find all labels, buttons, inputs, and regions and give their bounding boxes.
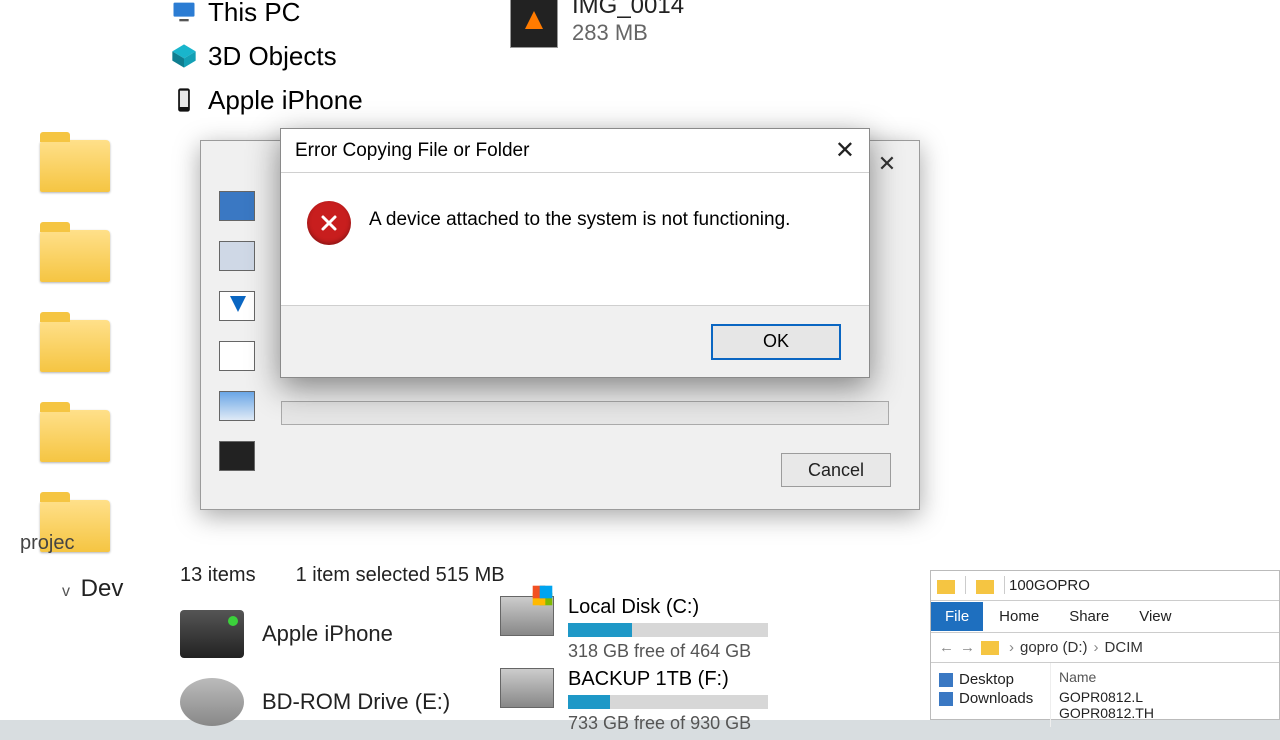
- drive-name: BACKUP 1TB (F:): [568, 668, 768, 691]
- close-button[interactable]: ✕: [867, 151, 907, 177]
- 3d-objects-icon: [170, 42, 198, 70]
- folder-icon[interactable]: [40, 140, 110, 192]
- video-thumbnail-icon: [510, 0, 558, 48]
- dialog-titlebar: Error Copying File or Folder ✕: [281, 129, 869, 173]
- drive-backup-f[interactable]: BACKUP 1TB (F:) 733 GB free of 930 GB: [500, 668, 768, 734]
- nav-up-icon[interactable]: [981, 641, 999, 655]
- file-listing: Name GOPR0812.L GOPR0812.TH: [1051, 663, 1279, 727]
- list-item[interactable]: GOPR0812.TH: [1059, 705, 1271, 721]
- folder-icon[interactable]: [40, 410, 110, 462]
- drive-free: 318 GB free of 464 GB: [568, 641, 768, 662]
- ribbon-tab-view[interactable]: View: [1125, 602, 1185, 631]
- nav-label: 3D Objects: [208, 34, 337, 78]
- ribbon-tab-share[interactable]: Share: [1055, 602, 1123, 631]
- list-item[interactable]: GOPR0812.L: [1059, 689, 1271, 705]
- this-pc-icon: [170, 0, 198, 26]
- music-icon: [219, 341, 255, 371]
- breadcrumb[interactable]: ← → › gopro (D:) › DCIM: [931, 633, 1279, 663]
- nav-section-devices[interactable]: v Dev: [62, 575, 123, 603]
- desktop-icon: [939, 673, 953, 687]
- nav-back-icon[interactable]: ←: [939, 639, 954, 656]
- progress-bar: [281, 401, 889, 425]
- hard-drive-icon: [500, 596, 554, 636]
- chevron-down-icon: v: [62, 583, 70, 601]
- error-dialog: Error Copying File or Folder ✕ A device …: [280, 128, 870, 378]
- ok-button[interactable]: OK: [711, 324, 841, 360]
- dialog-title: Error Copying File or Folder: [295, 140, 529, 162]
- nav-tree: This PC 3D Objects Apple iPhone: [170, 0, 470, 122]
- file-item-video[interactable]: IMG_0014 283 MB: [510, 0, 684, 48]
- ribbon-tab-home[interactable]: Home: [985, 602, 1053, 631]
- monitor-icon: [219, 191, 255, 221]
- chevron-right-icon: ›: [1094, 639, 1099, 656]
- status-bar: 13 items 1 item selected 515 MB: [180, 564, 505, 587]
- error-icon: [307, 201, 351, 245]
- ribbon-tab-file[interactable]: File: [931, 602, 983, 631]
- quick-access: Desktop Downloads: [931, 663, 1051, 727]
- device-label: Apple iPhone: [262, 621, 393, 647]
- downloads-icon: [939, 692, 953, 706]
- folder-icon[interactable]: [40, 320, 110, 372]
- drive-local-c[interactable]: Local Disk (C:) 318 GB free of 464 GB: [500, 596, 768, 662]
- file-size: 283 MB: [572, 20, 684, 46]
- status-item-count: 13 items: [180, 564, 256, 587]
- device-label: BD-ROM Drive (E:): [262, 689, 450, 715]
- nav-fwd-icon[interactable]: →: [960, 639, 975, 656]
- hard-drive-icon: [500, 668, 554, 708]
- window-title: 100GOPRO: [1009, 577, 1090, 594]
- status-selected: 1 item selected 515 MB: [296, 564, 505, 587]
- nav-item-this-pc[interactable]: This PC: [170, 0, 470, 34]
- phone-device-icon: [180, 610, 244, 658]
- nav-label: This PC: [208, 0, 300, 34]
- sidebar-item-desktop[interactable]: Desktop: [939, 671, 1042, 688]
- column-header-name[interactable]: Name: [1059, 669, 1271, 685]
- folder-icon: [976, 580, 994, 594]
- optical-drive-icon: [180, 678, 244, 726]
- document-icon: [219, 241, 255, 271]
- drive-name: Local Disk (C:): [568, 596, 768, 619]
- capacity-bar: [568, 623, 768, 637]
- ribbon: File Home Share View: [931, 601, 1279, 633]
- pictures-icon: [219, 391, 255, 421]
- error-message: A device attached to the system is not f…: [369, 201, 790, 231]
- videos-icon: [219, 441, 255, 471]
- secondary-explorer-window: 100GOPRO File Home Share View ← → › gopr…: [930, 570, 1280, 720]
- desktop-folders: [0, 140, 160, 552]
- nav-item-3d-objects[interactable]: 3D Objects: [170, 34, 470, 78]
- folder-icon: [937, 580, 955, 594]
- crumb-folder[interactable]: DCIM: [1105, 639, 1143, 656]
- folder-icon[interactable]: [40, 230, 110, 282]
- chevron-right-icon: ›: [1009, 639, 1014, 656]
- nav-label: Apple iPhone: [208, 78, 363, 122]
- nav-item-apple-iphone[interactable]: Apple iPhone: [170, 78, 470, 122]
- copy-source-icons: [219, 191, 255, 471]
- close-button[interactable]: ✕: [815, 136, 855, 165]
- drive-free: 733 GB free of 930 GB: [568, 713, 768, 734]
- capacity-bar: [568, 695, 768, 709]
- folder-label: projec: [20, 532, 74, 555]
- file-name: IMG_0014: [572, 0, 684, 20]
- crumb-drive[interactable]: gopro (D:): [1020, 639, 1088, 656]
- sidebar-item-downloads[interactable]: Downloads: [939, 690, 1042, 707]
- iphone-icon: [170, 86, 198, 114]
- cancel-button[interactable]: Cancel: [781, 453, 891, 487]
- download-arrow-icon: [219, 291, 255, 321]
